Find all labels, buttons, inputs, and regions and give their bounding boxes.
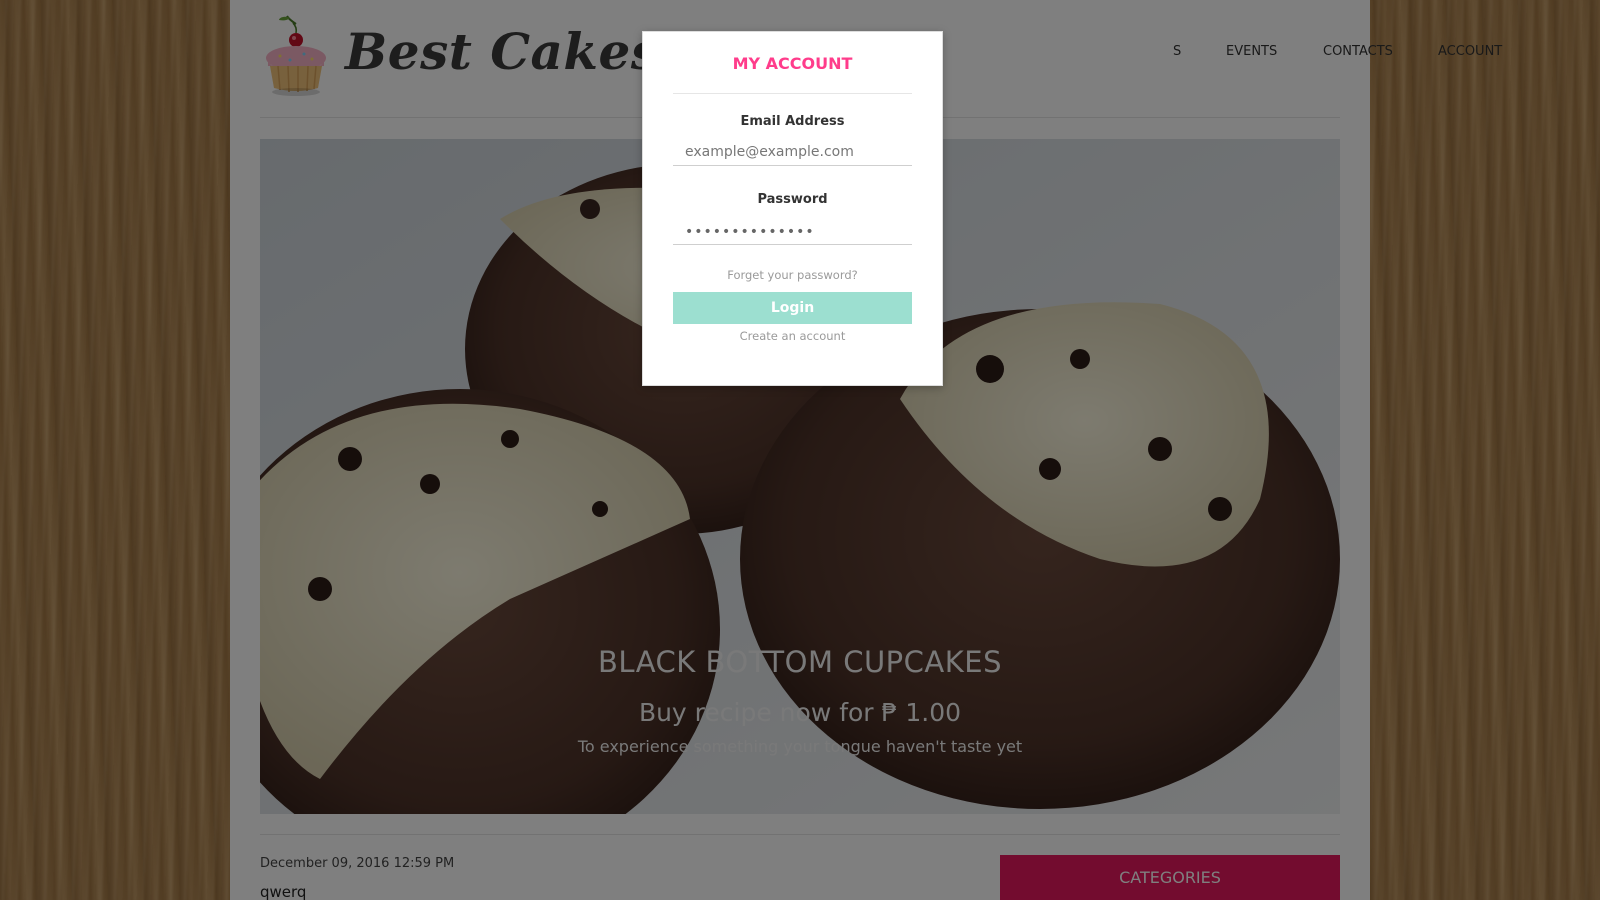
password-label: Password xyxy=(757,192,828,207)
login-modal: MY ACCOUNT Email Address Password ••••••… xyxy=(642,31,943,386)
modal-divider xyxy=(673,93,912,94)
password-value: •••••••••••••• xyxy=(685,224,815,240)
forgot-password-link[interactable]: Forget your password? xyxy=(643,268,942,282)
email-label: Email Address xyxy=(740,114,845,129)
email-field[interactable] xyxy=(673,138,912,166)
modal-title: MY ACCOUNT xyxy=(732,54,853,73)
create-account-link[interactable]: Create an account xyxy=(643,329,942,343)
login-button[interactable]: Login xyxy=(673,292,912,324)
